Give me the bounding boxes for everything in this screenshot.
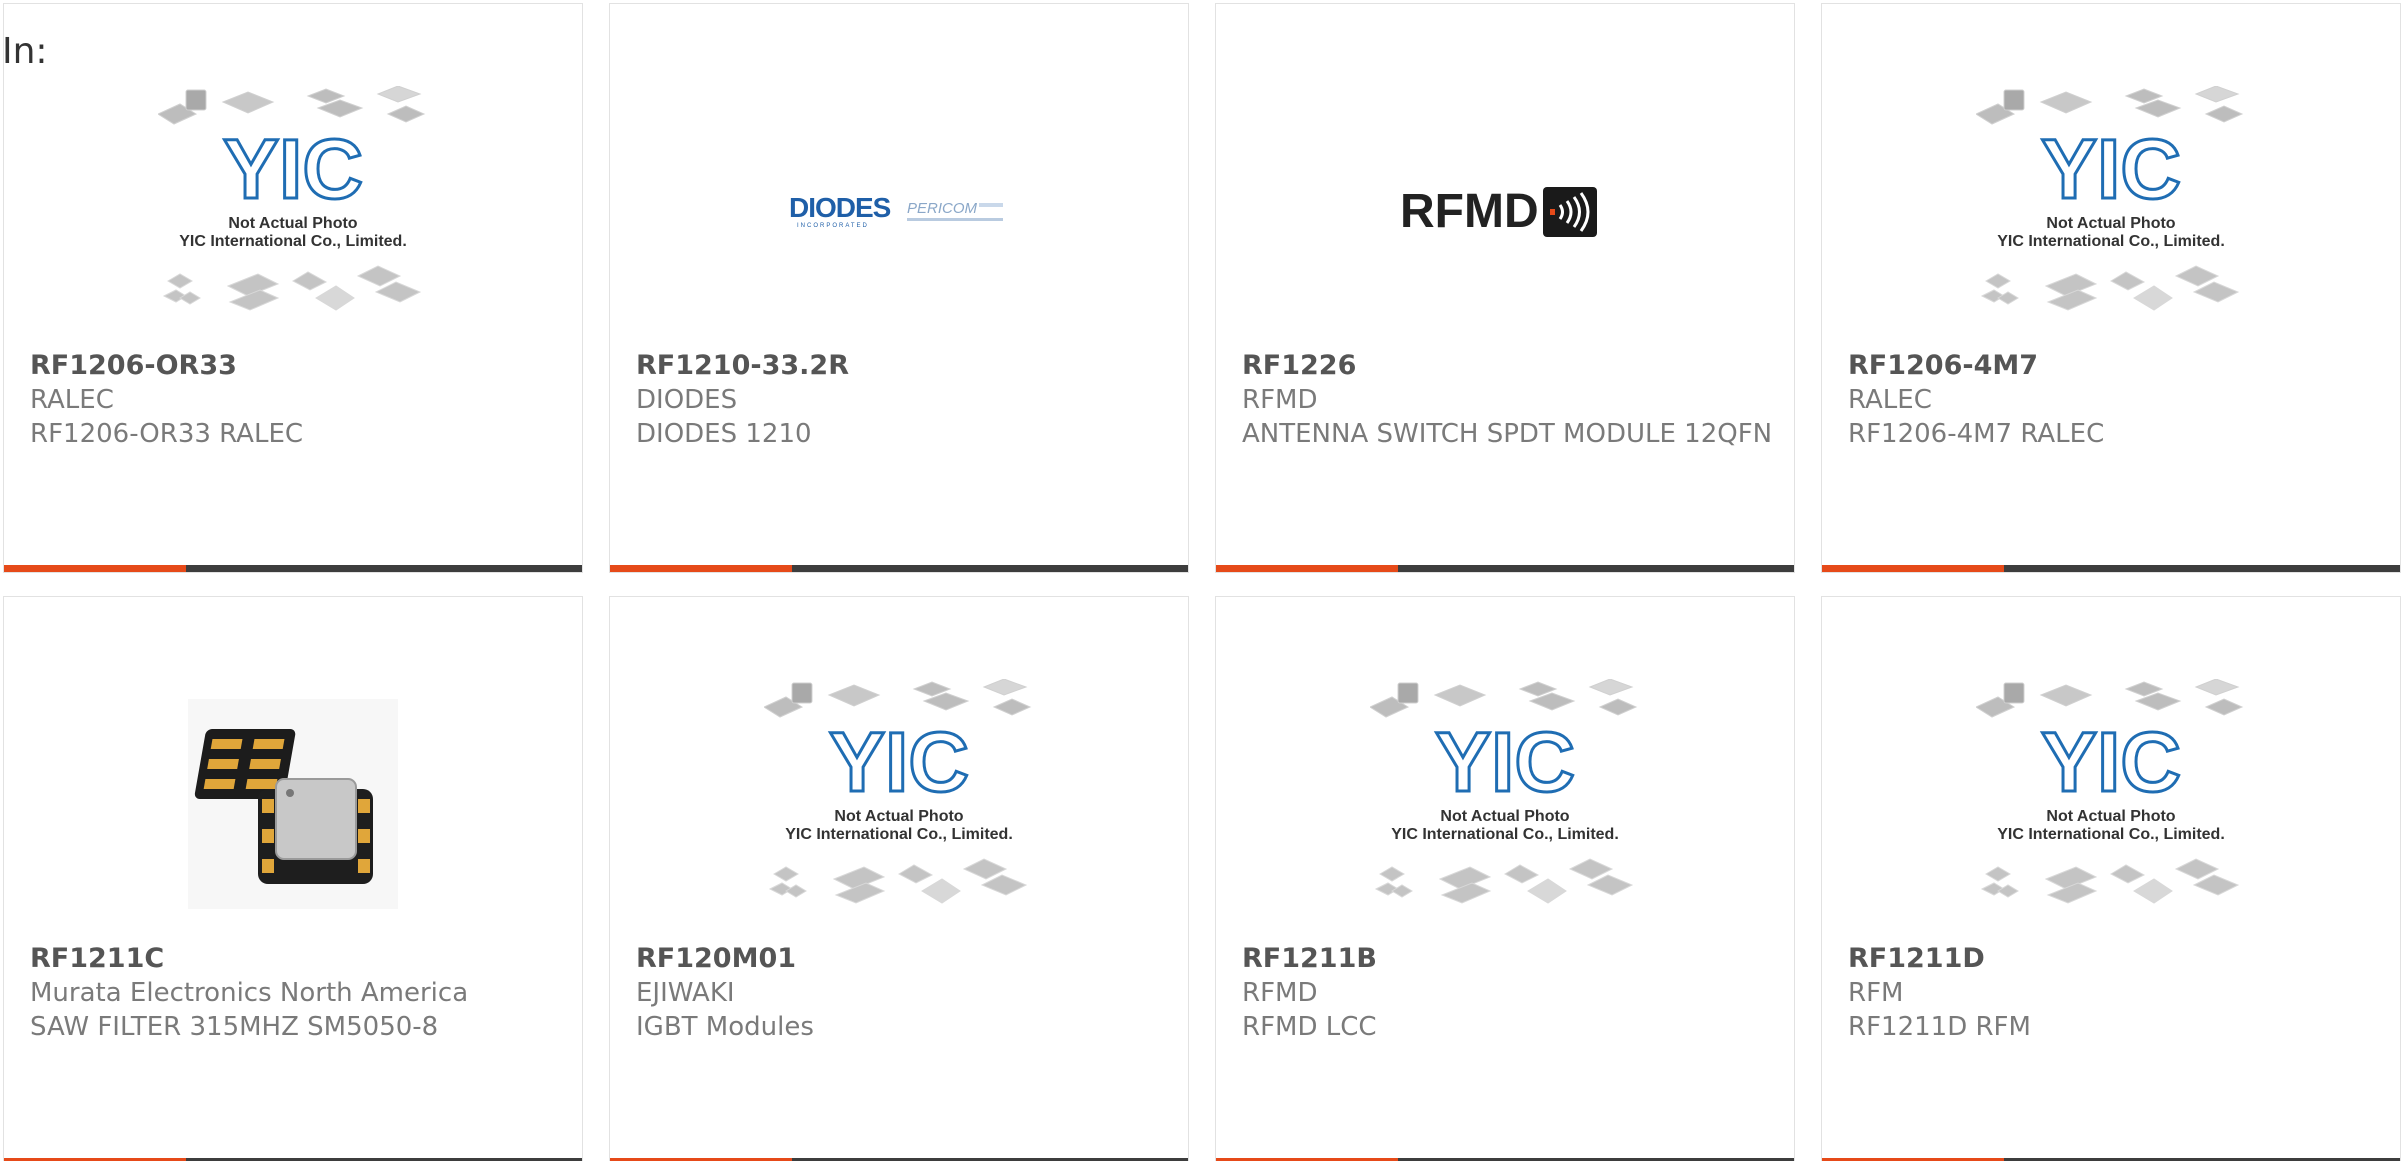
card-accent-bar [4,565,187,572]
product-part-number[interactable]: RF1206-OR33 [30,349,562,383]
product-card[interactable]: YIC Not Actual Photo YIC International C… [1215,596,1795,1161]
placeholder-image: YIC Not Actual Photo YIC International C… [1976,86,2244,311]
product-image[interactable]: YIC Not Actual Photo YIC International C… [1216,669,1794,939]
product-image[interactable]: YIC Not Actual Photo YIC International C… [610,669,1188,939]
product-description: SAW FILTER 315MHZ SM5050-8 [30,1012,439,1042]
in-label: In: [2,31,48,72]
product-card[interactable]: YIC Not Actual Photo YIC International C… [1821,3,2401,573]
svg-text:RFMD: RFMD [1400,185,1539,238]
product-info: RF1206-OR33 RALEC RF1206-OR33 RALEC [30,349,562,451]
yic-logo-icon: YIC [2041,122,2181,216]
placeholder-image: YIC Not Actual Photo YIC International C… [158,86,426,311]
product-manufacturer: RALEC [30,385,114,415]
placeholder-line1: Not Actual Photo [2046,808,2175,825]
card-bottom-bar [610,565,1188,572]
product-description: ANTENNA SWITCH SPDT MODULE 12QFN [1242,419,1773,449]
placeholder-image: YIC Not Actual Photo YIC International C… [1370,679,1638,904]
product-description: IGBT Modules [636,1012,814,1042]
card-bottom-bar [1216,565,1794,572]
product-grid-page: In: YIC Not Actual Photo YIC Internation… [0,0,2406,1161]
product-description: RF1206-OR33 RALEC [30,419,304,449]
yic-logo-icon: YIC [2041,715,2181,809]
card-accent-bar [610,565,793,572]
product-info: RF1210-33.2R DIODES DIODES 1210 [636,349,1168,451]
product-image[interactable]: RFMD [1216,76,1794,346]
product-image[interactable]: YIC Not Actual Photo YIC International C… [1822,669,2400,939]
svg-text:DIODES: DIODES [789,192,891,223]
product-part-number[interactable]: RF1211C [30,942,562,976]
product-description: DIODES 1210 [636,419,812,449]
product-description: RFMD LCC [1242,1012,1377,1042]
card-bottom-bar [1822,565,2400,572]
rfmd-logo-icon: RFMD [1400,185,1597,238]
placeholder-image: YIC Not Actual Photo YIC International C… [764,679,1032,904]
card-accent-bar [1216,565,1399,572]
product-manufacturer: RALEC [1848,385,1932,415]
placeholder-line1: Not Actual Photo [834,808,963,825]
product-image[interactable]: YIC Not Actual Photo YIC International C… [4,76,582,346]
card-bottom-bar [4,565,582,572]
yic-logo-icon: YIC [829,715,969,809]
product-card[interactable]: YIC Not Actual Photo YIC International C… [609,596,1189,1161]
product-part-number[interactable]: RF1211B [1242,942,1774,976]
card-accent-bar [1822,565,2005,572]
product-card[interactable]: YIC Not Actual Photo YIC International C… [1821,596,2401,1161]
product-info: RF1226 RFMD ANTENNA SWITCH SPDT MODULE 1… [1242,349,1774,451]
product-part-number[interactable]: RF1206-4M7 [1848,349,2380,383]
product-manufacturer: RFMD [1242,978,1318,1008]
yic-logo-icon: YIC [1435,715,1575,809]
yic-logo-icon: YIC [223,122,363,216]
svg-text:PERICOM: PERICOM [907,200,978,217]
placeholder-line2: YIC International Co., Limited. [1997,826,2225,843]
svg-text:INCORPORATED: INCORPORATED [797,223,869,229]
product-part-number[interactable]: RF1226 [1242,349,1774,383]
product-card[interactable]: YIC Not Actual Photo YIC International C… [3,3,583,573]
product-part-number[interactable]: RF120M01 [636,942,1168,976]
product-info: RF120M01 EJIWAKI IGBT Modules [636,942,1168,1044]
placeholder-line2: YIC International Co., Limited. [1997,233,2225,250]
saw-filter-photo [188,699,398,909]
product-info: RF1211D RFM RF1211D RFM [1848,942,2380,1044]
product-info: RF1211C Murata Electronics North America… [30,942,562,1044]
product-image[interactable]: YIC Not Actual Photo YIC International C… [1822,76,2400,346]
product-info: RF1206-4M7 RALEC RF1206-4M7 RALEC [1848,349,2380,451]
placeholder-line2: YIC International Co., Limited. [179,233,407,250]
product-info: RF1211B RFMD RFMD LCC [1242,942,1774,1044]
placeholder-line2: YIC International Co., Limited. [1391,826,1619,843]
placeholder-line1: Not Actual Photo [1440,808,1569,825]
product-card[interactable]: RF1211C Murata Electronics North America… [3,596,583,1161]
product-card[interactable]: DIODES INCORPORATED PERICOM RF1210-33.2R… [609,3,1189,573]
product-manufacturer: DIODES [636,385,738,415]
product-manufacturer: RFMD [1242,385,1318,415]
product-image[interactable]: DIODES INCORPORATED PERICOM [610,76,1188,346]
placeholder-line2: YIC International Co., Limited. [785,826,1013,843]
product-part-number[interactable]: RF1211D [1848,942,2380,976]
product-description: RF1206-4M7 RALEC [1848,419,2105,449]
product-manufacturer: EJIWAKI [636,978,735,1008]
placeholder-line1: Not Actual Photo [2046,215,2175,232]
product-part-number[interactable]: RF1210-33.2R [636,349,1168,383]
diodes-logo-icon: DIODES INCORPORATED PERICOM [789,192,1003,229]
product-description: RF1211D RFM [1848,1012,2031,1042]
product-image[interactable] [4,669,582,939]
product-card[interactable]: RFMD RF1226 RFMD ANTENNA SWITCH SPDT MOD… [1215,3,1795,573]
product-manufacturer: RFM [1848,978,1904,1008]
placeholder-line1: Not Actual Photo [228,215,357,232]
placeholder-image: YIC Not Actual Photo YIC International C… [1976,679,2244,904]
product-manufacturer: Murata Electronics North America [30,978,469,1008]
